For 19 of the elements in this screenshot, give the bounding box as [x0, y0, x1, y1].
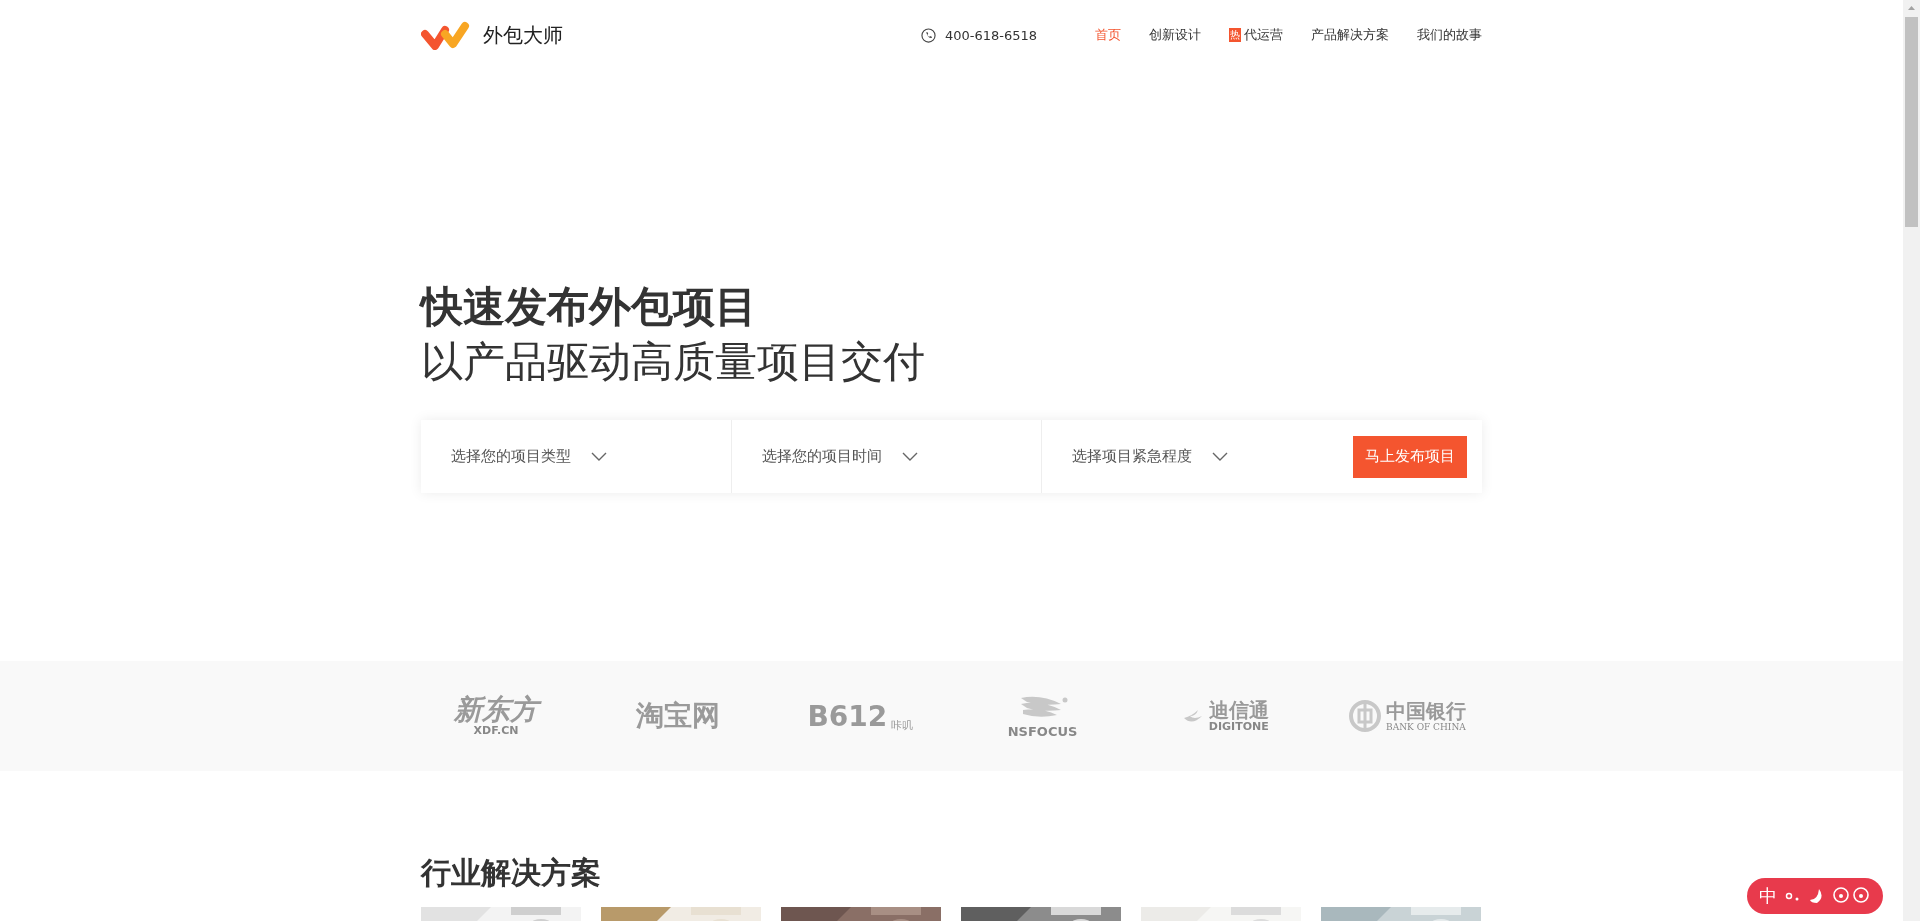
- nav-link[interactable]: 创新设计: [1149, 26, 1201, 44]
- nav-link[interactable]: 产品解决方案: [1311, 26, 1389, 44]
- client-logo: B612 咔叽: [807, 699, 914, 733]
- project-select[interactable]: 选择您的项目时间: [731, 420, 1043, 493]
- hero-subtitle: 以产品驱动高质量项目交付: [421, 336, 926, 388]
- nav-link[interactable]: 首页: [1095, 26, 1121, 44]
- client-logo: NSFOCUS: [1007, 693, 1078, 739]
- nav-link[interactable]: 热 代运营: [1229, 26, 1283, 44]
- phone-number: 400-618-6518: [944, 27, 1037, 43]
- input-method-toolbar[interactable]: 中: [1747, 878, 1883, 914]
- hero-title: 快速发布外包项目: [421, 281, 758, 333]
- project-select[interactable]: 选择项目紧急程度: [1042, 420, 1353, 493]
- section-title: 行业解决方案: [421, 854, 602, 892]
- client-logo: 淘宝网: [636, 701, 721, 731]
- client-logo: 迪信通 DIGITONE: [1180, 699, 1269, 733]
- nav-link[interactable]: 我们的故事: [1417, 26, 1482, 44]
- project-select[interactable]: 选择您的项目类型: [421, 420, 732, 493]
- brand-name: 外包大师: [483, 21, 563, 49]
- client-logo: 中国银行 BANK OF CHINA: [1347, 699, 1466, 733]
